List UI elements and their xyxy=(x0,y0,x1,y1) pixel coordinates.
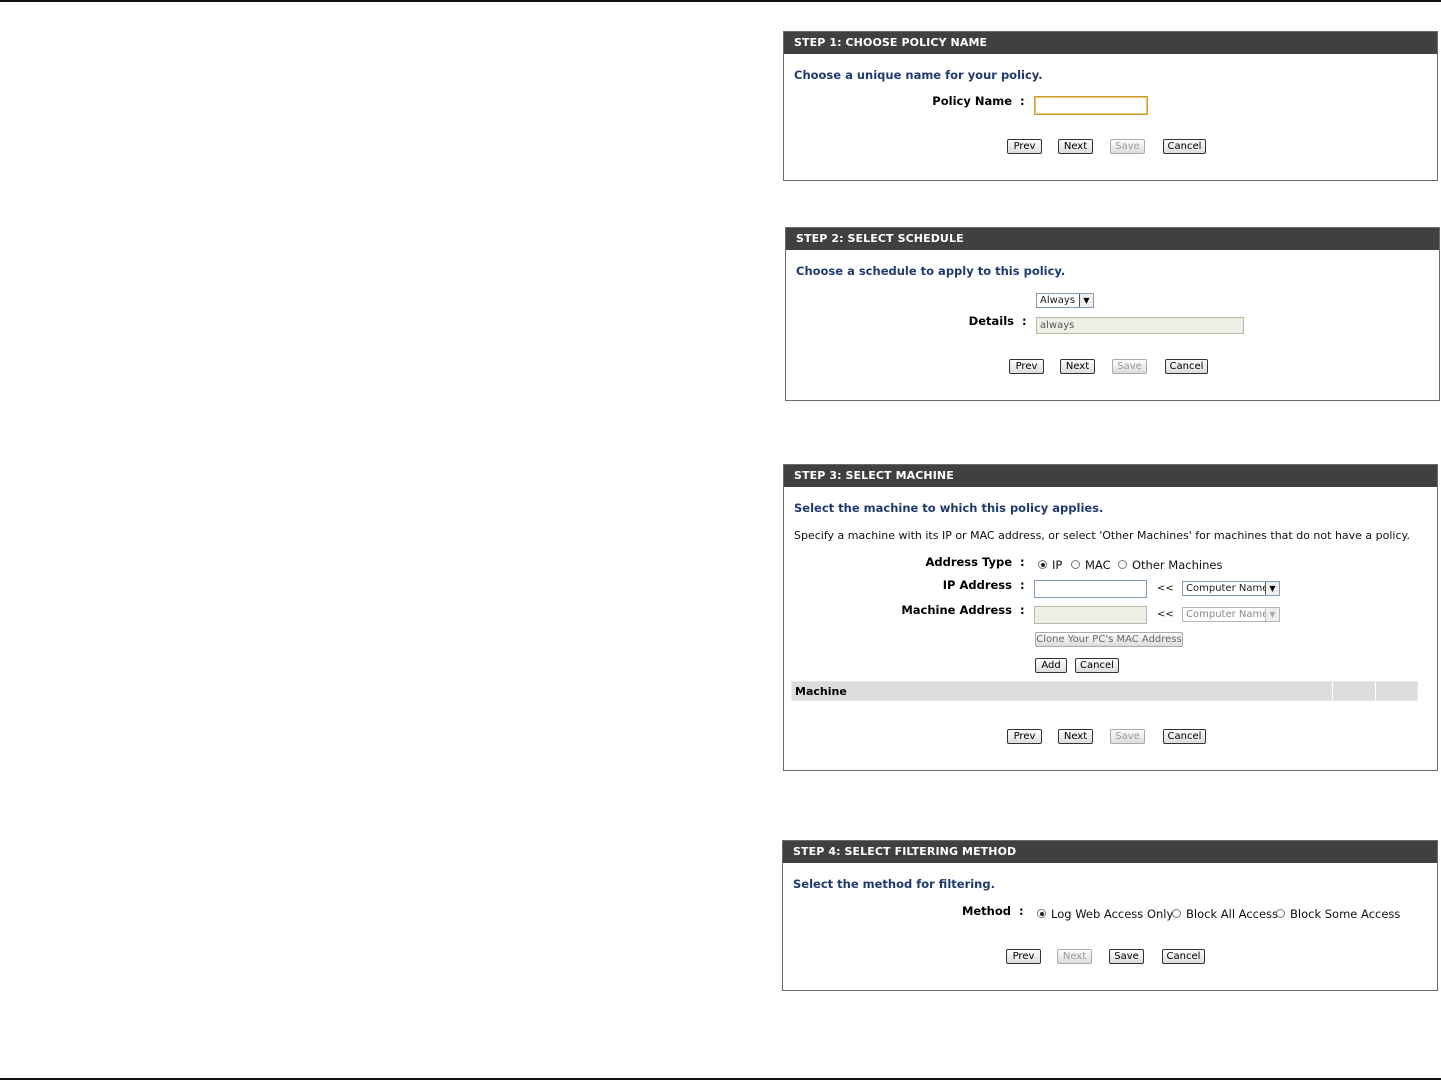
column-separator xyxy=(1332,682,1333,700)
method-label: Method xyxy=(961,904,1011,918)
method-colon: : xyxy=(1019,904,1024,918)
column-separator xyxy=(1375,682,1376,700)
details-colon: : xyxy=(1022,314,1027,328)
step4-next-button[interactable]: Next xyxy=(1057,949,1092,964)
add-button[interactable]: Add xyxy=(1035,658,1067,673)
step2-instruction: Choose a schedule to apply to this polic… xyxy=(796,264,1066,278)
machine-address-input[interactable] xyxy=(1034,606,1147,624)
policy-name-input[interactable] xyxy=(1034,96,1148,115)
address-type-ip-radio[interactable] xyxy=(1038,560,1047,569)
method-log-radio[interactable] xyxy=(1037,909,1046,918)
machine-computer-name-value: Computer Name xyxy=(1186,609,1269,620)
step2-panel: STEP 2: SELECT SCHEDULE Choose a schedul… xyxy=(785,227,1440,401)
step1-cancel-button[interactable]: Cancel xyxy=(1163,139,1206,154)
chevron-down-icon: ▼ xyxy=(1265,582,1279,595)
step1-prev-button[interactable]: Prev xyxy=(1007,139,1042,154)
address-type-mac-radio[interactable] xyxy=(1071,560,1080,569)
address-type-label: Address Type xyxy=(925,555,1012,569)
chevron-down-icon: ▼ xyxy=(1265,608,1279,621)
step1-save-button[interactable]: Save xyxy=(1110,139,1145,154)
policy-name-colon: : xyxy=(1020,94,1025,108)
step2-prev-button[interactable]: Prev xyxy=(1009,359,1044,374)
step1-title: STEP 1: CHOOSE POLICY NAME xyxy=(784,32,1437,54)
step1-panel: STEP 1: CHOOSE POLICY NAME Choose a uniq… xyxy=(783,31,1438,181)
method-block-some-radio[interactable] xyxy=(1276,909,1285,918)
inline-cancel-button[interactable]: Cancel xyxy=(1075,658,1119,673)
top-rule xyxy=(0,0,1441,2)
chevron-down-icon: ▼ xyxy=(1079,294,1093,307)
ip-address-label: IP Address xyxy=(942,578,1012,592)
method-log-label: Log Web Access Only xyxy=(1051,907,1174,921)
machine-address-colon: : xyxy=(1020,603,1025,617)
step3-description: Specify a machine with its IP or MAC add… xyxy=(794,529,1410,542)
schedule-select-value: Always xyxy=(1040,295,1076,306)
machine-address-arrow: << xyxy=(1157,609,1174,620)
step4-panel: STEP 4: SELECT FILTERING METHOD Select t… xyxy=(782,840,1438,991)
address-type-other-radio[interactable] xyxy=(1118,560,1127,569)
details-label: Details xyxy=(968,314,1014,328)
step3-panel: STEP 3: SELECT MACHINE Select the machin… xyxy=(783,464,1438,771)
bottom-rule xyxy=(0,1078,1441,1080)
step4-save-button[interactable]: Save xyxy=(1109,949,1144,964)
ip-address-colon: : xyxy=(1020,578,1025,592)
step2-cancel-button[interactable]: Cancel xyxy=(1165,359,1208,374)
ip-computer-name-value: Computer Name xyxy=(1186,583,1269,594)
step3-instruction: Select the machine to which this policy … xyxy=(794,501,1104,515)
machine-address-label: Machine Address xyxy=(901,603,1012,617)
details-field xyxy=(1036,317,1244,334)
step1-next-button[interactable]: Next xyxy=(1058,139,1093,154)
clone-mac-button[interactable]: Clone Your PC's MAC Address xyxy=(1035,632,1183,647)
step1-instruction: Choose a unique name for your policy. xyxy=(794,68,1043,82)
address-type-mac-label: MAC xyxy=(1085,558,1111,572)
machine-computer-name-select[interactable]: Computer Name ▼ xyxy=(1182,607,1280,622)
step4-instruction: Select the method for filtering. xyxy=(793,877,995,891)
ip-address-input[interactable] xyxy=(1034,580,1147,598)
step3-save-button[interactable]: Save xyxy=(1110,729,1145,744)
ip-computer-name-select[interactable]: Computer Name ▼ xyxy=(1182,581,1280,596)
method-block-all-radio[interactable] xyxy=(1172,909,1181,918)
method-block-all-label: Block All Access xyxy=(1186,907,1279,921)
method-block-some-label: Block Some Access xyxy=(1290,907,1401,921)
step3-title: STEP 3: SELECT MACHINE xyxy=(784,465,1437,487)
step2-next-button[interactable]: Next xyxy=(1060,359,1095,374)
step3-prev-button[interactable]: Prev xyxy=(1007,729,1042,744)
machine-table-header: Machine xyxy=(791,681,1418,701)
step2-title: STEP 2: SELECT SCHEDULE xyxy=(786,228,1439,250)
step4-cancel-button[interactable]: Cancel xyxy=(1162,949,1205,964)
step3-cancel-button[interactable]: Cancel xyxy=(1163,729,1206,744)
address-type-ip-label: IP xyxy=(1052,558,1063,572)
schedule-select[interactable]: Always ▼ xyxy=(1036,293,1094,308)
step4-prev-button[interactable]: Prev xyxy=(1006,949,1041,964)
address-type-other-label: Other Machines xyxy=(1132,558,1223,572)
machine-column-header: Machine xyxy=(795,685,847,698)
policy-name-label: Policy Name xyxy=(932,94,1012,108)
ip-address-arrow: << xyxy=(1157,583,1174,594)
step2-save-button[interactable]: Save xyxy=(1112,359,1147,374)
step3-next-button[interactable]: Next xyxy=(1058,729,1093,744)
step4-title: STEP 4: SELECT FILTERING METHOD xyxy=(783,841,1437,863)
address-type-colon: : xyxy=(1020,555,1025,569)
